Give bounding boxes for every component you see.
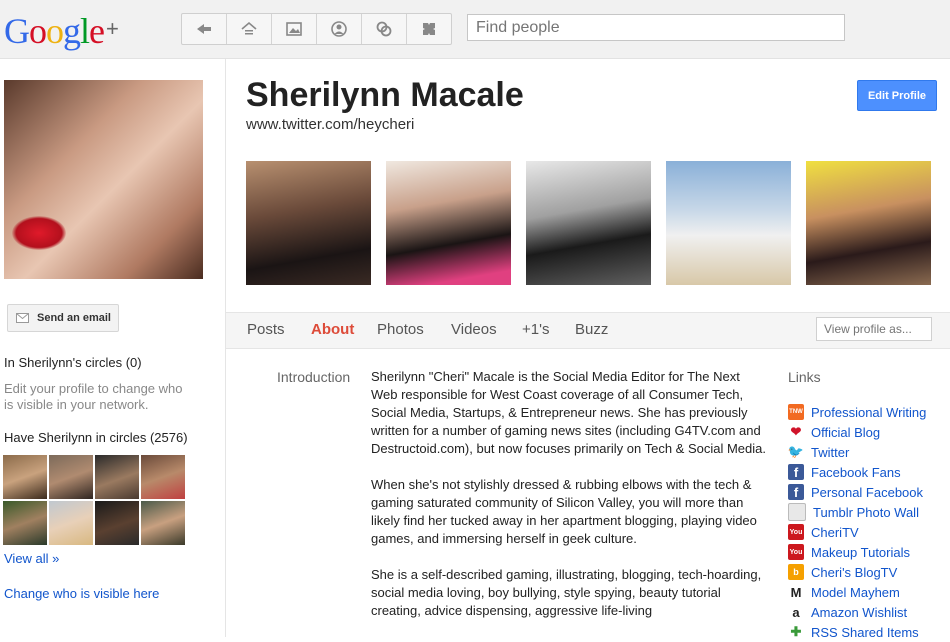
have-in-circles-heading: Have Sherilynn in circles (2576) (4, 430, 188, 445)
games-icon[interactable] (407, 14, 451, 44)
blogtv-icon: b (788, 564, 804, 580)
circle-member-avatar[interactable] (3, 501, 47, 545)
circles-icon[interactable] (362, 14, 407, 44)
profile-name: Sherilynn Macale (246, 76, 524, 114)
google-plus-logo[interactable]: Google+ (4, 10, 119, 52)
photo-strip (246, 161, 931, 285)
links-list: TNW Professional Writing ❤ Official Blog 🐦 Tw… (788, 402, 926, 642)
link-label: Twitter (811, 444, 850, 460)
nav-icon-bar (181, 13, 452, 45)
link-label: Tumblr Photo Wall (813, 504, 919, 520)
link-item[interactable]: 🐦 Twitter (788, 442, 926, 462)
edit-visibility-hint: Edit your profile to change who is visib… (4, 381, 183, 412)
circle-member-avatar[interactable] (95, 501, 139, 545)
photos-icon[interactable] (272, 14, 317, 44)
link-item[interactable]: ✚ RSS Shared Items (788, 622, 926, 642)
profile-tabs: Posts About Photos Videos +1's Buzz (226, 312, 950, 349)
intro-paragraph: When she's not stylishly dressed & rubbi… (371, 477, 757, 546)
stream-icon[interactable] (182, 14, 227, 44)
modelmayhem-icon: M (788, 584, 804, 600)
tab-videos[interactable]: Videos (451, 321, 497, 338)
link-item[interactable]: You CheriTV (788, 522, 926, 542)
top-bar: Google+ (0, 0, 950, 59)
link-item[interactable]: f Facebook Fans (788, 462, 926, 482)
change-visible-link[interactable]: Change who is visible here (4, 586, 159, 601)
facebook-icon: f (788, 484, 804, 500)
circle-member-avatar[interactable] (49, 501, 93, 545)
profile-strip-photo[interactable] (666, 161, 791, 285)
page-icon (788, 503, 806, 521)
amazon-icon: a (788, 604, 804, 620)
circles-thumbnails (3, 455, 187, 545)
link-item[interactable]: You Makeup Tutorials (788, 542, 926, 562)
envelope-icon (16, 313, 29, 323)
in-circles-heading: In Sherilynn's circles (0) (4, 355, 142, 370)
link-label: Cheri's BlogTV (811, 564, 898, 580)
links-heading: Links (788, 369, 821, 385)
link-item[interactable]: Tumblr Photo Wall (788, 502, 926, 522)
tab-buzz[interactable]: Buzz (575, 321, 608, 338)
circle-member-avatar[interactable] (95, 455, 139, 499)
link-label: Official Blog (811, 424, 881, 440)
circle-member-avatar[interactable] (141, 455, 185, 499)
link-item[interactable]: b Cheri's BlogTV (788, 562, 926, 582)
introduction-text: Sherilynn "Cheri" Macale is the Social M… (371, 368, 767, 638)
link-label: Facebook Fans (811, 464, 901, 480)
tab-photos[interactable]: Photos (377, 321, 424, 338)
intro-paragraph: Sherilynn "Cheri" Macale is the Social M… (371, 369, 766, 456)
home-icon[interactable] (227, 14, 272, 44)
edit-profile-button[interactable]: Edit Profile (857, 80, 937, 111)
profile-strip-photo[interactable] (386, 161, 511, 285)
link-label: Amazon Wishlist (811, 604, 908, 620)
tab-about[interactable]: About (311, 321, 354, 338)
profile-strip-photo[interactable] (246, 161, 371, 285)
link-label: CheriTV (811, 524, 859, 540)
facebook-icon: f (788, 464, 804, 480)
profile-strip-photo[interactable] (806, 161, 931, 285)
view-all-link[interactable]: View all » (4, 551, 59, 566)
send-email-label: Send an email (37, 312, 111, 324)
link-label: Makeup Tutorials (811, 544, 910, 560)
circle-member-avatar[interactable] (141, 501, 185, 545)
link-item[interactable]: M Model Mayhem (788, 582, 926, 602)
profile-header: Sherilynn Macale www.twitter.com/heycher… (226, 59, 950, 312)
profile-photo[interactable] (4, 80, 203, 279)
link-label: Professional Writing (811, 404, 927, 420)
tab-posts[interactable]: Posts (247, 321, 285, 338)
link-item[interactable]: a Amazon Wishlist (788, 602, 926, 622)
link-item[interactable]: TNW Professional Writing (788, 402, 926, 422)
find-people-input[interactable] (467, 14, 845, 41)
profile-strip-photo[interactable] (526, 161, 651, 285)
link-item[interactable]: f Personal Facebook (788, 482, 926, 502)
intro-paragraph: She is a self-described gaming, illustra… (371, 567, 762, 618)
view-profile-as-input[interactable] (816, 317, 932, 341)
left-sidebar: Send an email In Sherilynn's circles (0)… (0, 59, 226, 637)
profile-icon[interactable] (317, 14, 362, 44)
circle-member-avatar[interactable] (49, 455, 93, 499)
youtube-icon: You (788, 544, 804, 560)
youtube-icon: You (788, 524, 804, 540)
link-label: RSS Shared Items (811, 624, 919, 640)
introduction-label: Introduction (277, 369, 351, 385)
circle-member-avatar[interactable] (3, 455, 47, 499)
link-label: Personal Facebook (811, 484, 924, 500)
tnw-icon: TNW (788, 404, 804, 420)
link-item[interactable]: ❤ Official Blog (788, 422, 926, 442)
twitter-icon: 🐦 (787, 444, 805, 460)
profile-website[interactable]: www.twitter.com/heycheri (246, 116, 414, 133)
send-email-button[interactable]: Send an email (7, 304, 119, 332)
lips-sticker (12, 216, 66, 250)
rss-icon: ✚ (788, 624, 804, 640)
heart-icon: ❤ (788, 424, 804, 440)
tab-plusones[interactable]: +1's (522, 321, 549, 338)
link-label: Model Mayhem (811, 584, 900, 600)
